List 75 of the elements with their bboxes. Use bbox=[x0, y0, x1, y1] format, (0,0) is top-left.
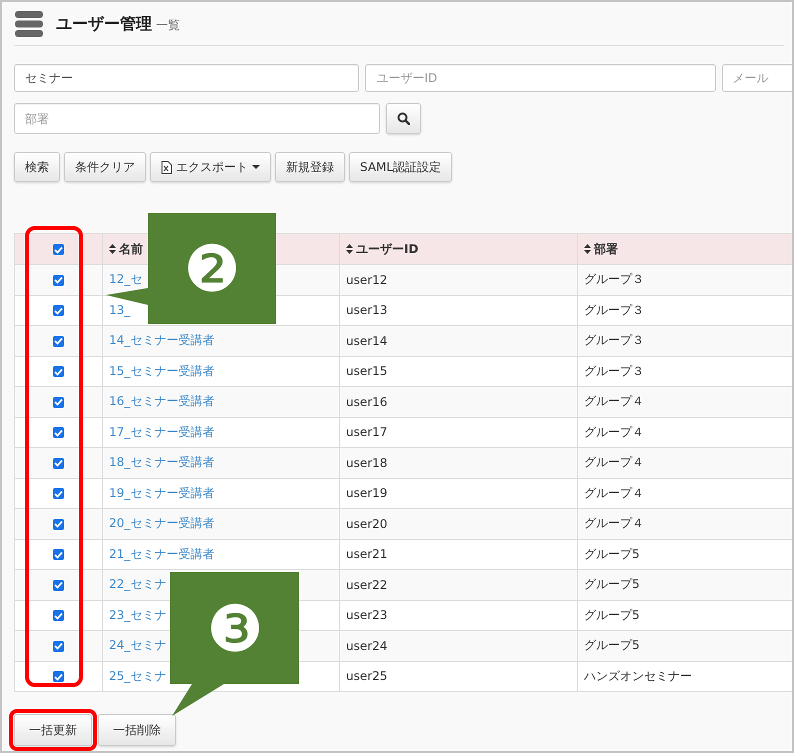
table-cell: user14 bbox=[340, 326, 578, 356]
table-cell: user24 bbox=[340, 630, 578, 661]
user-name-link[interactable]: 12_セ bbox=[109, 272, 142, 286]
step-number: ❸ bbox=[206, 598, 264, 662]
table-cell: ハンズオンセミナー bbox=[578, 661, 792, 692]
database-icon bbox=[14, 10, 44, 38]
table-cell: user12 bbox=[340, 264, 578, 295]
checkbox[interactable] bbox=[53, 366, 64, 378]
search-icon bbox=[397, 112, 410, 125]
search-button[interactable] bbox=[386, 103, 421, 134]
table-cell: グループ４ bbox=[578, 508, 792, 539]
table-cell: user19 bbox=[340, 478, 578, 508]
table-cell: user23 bbox=[340, 600, 578, 630]
toolbar-button[interactable]: 新規登録 bbox=[275, 152, 345, 182]
checkbox[interactable] bbox=[53, 396, 64, 408]
checkbox[interactable] bbox=[53, 427, 64, 438]
sort-icon[interactable] bbox=[584, 244, 591, 254]
checkbox[interactable] bbox=[53, 640, 64, 652]
checkbox[interactable] bbox=[53, 274, 64, 286]
checkbox[interactable] bbox=[53, 518, 64, 530]
table-cell: グループ４ bbox=[578, 386, 792, 417]
checkbox[interactable] bbox=[53, 580, 64, 591]
user-name-link[interactable]: 24_セミナ bbox=[109, 638, 166, 652]
table-cell: user21 bbox=[340, 539, 578, 570]
table-cell: グループ３ bbox=[578, 326, 792, 356]
table-cell: グループ４ bbox=[578, 448, 792, 478]
table-cell: グループ5 bbox=[578, 570, 792, 600]
checkbox[interactable] bbox=[53, 671, 64, 682]
table-cell: グループ３ bbox=[578, 264, 792, 295]
table-cell: user18 bbox=[340, 448, 578, 478]
user-name-link[interactable]: 25_セミナ bbox=[109, 668, 166, 683]
caret-icon bbox=[252, 165, 260, 169]
checkbox[interactable] bbox=[53, 305, 64, 316]
table-cell: グループ３ bbox=[578, 295, 792, 326]
table-cell: グループ４ bbox=[578, 417, 792, 448]
table-cell: user20 bbox=[340, 508, 578, 539]
toolbar-button[interactable]: SAML認証設定 bbox=[349, 152, 452, 182]
checkbox[interactable] bbox=[53, 488, 64, 500]
bulk-action-button[interactable]: 一括更新 bbox=[14, 714, 92, 746]
user-name-link[interactable]: 23_セミナ bbox=[109, 608, 166, 622]
text-field[interactable]: ユーザーID bbox=[365, 64, 716, 92]
column-header[interactable]: ユーザーID bbox=[356, 240, 418, 258]
step-number: ❷ bbox=[183, 238, 241, 302]
table-cell: user17 bbox=[340, 417, 578, 448]
column-header[interactable]: 名前 bbox=[119, 240, 143, 258]
bulk-action-button[interactable]: 一括削除 bbox=[98, 714, 176, 746]
table-cell: user13 bbox=[340, 295, 578, 326]
table-cell: user22 bbox=[340, 570, 578, 600]
checkbox[interactable] bbox=[53, 610, 64, 622]
page-title: ユーザー管理 bbox=[56, 14, 152, 34]
table-cell: グループ４ bbox=[578, 478, 792, 508]
table-cell: グループ5 bbox=[578, 630, 792, 661]
page-subtitle: 一覧 bbox=[156, 16, 180, 34]
user-name-link[interactable]: 22_セミナ bbox=[109, 577, 166, 592]
checkbox[interactable] bbox=[53, 458, 64, 469]
export-button[interactable]: エクスポート bbox=[150, 152, 271, 182]
text-field[interactable]: セミナー bbox=[14, 64, 360, 92]
table-cell: user25 bbox=[340, 661, 578, 692]
text-field[interactable]: メール bbox=[722, 64, 792, 92]
text-field[interactable]: 部署 bbox=[14, 103, 380, 134]
sort-icon[interactable] bbox=[109, 244, 116, 254]
checkbox[interactable] bbox=[53, 549, 64, 560]
user-name-link[interactable]: 13_ bbox=[109, 303, 130, 318]
toolbar-button[interactable]: 条件クリア bbox=[64, 152, 146, 182]
spreadsheet-icon bbox=[161, 160, 172, 174]
table-cell: グループ３ bbox=[578, 356, 792, 386]
checkbox[interactable] bbox=[53, 244, 64, 256]
table-cell: グループ5 bbox=[578, 600, 792, 630]
column-header[interactable]: 部署 bbox=[594, 240, 618, 258]
table-cell: グループ5 bbox=[578, 539, 792, 570]
sort-icon[interactable] bbox=[346, 244, 353, 254]
table-cell: user15 bbox=[340, 356, 578, 386]
toolbar-button[interactable]: 検索 bbox=[14, 152, 60, 182]
table-cell: user16 bbox=[340, 386, 578, 417]
checkbox[interactable] bbox=[53, 336, 64, 347]
